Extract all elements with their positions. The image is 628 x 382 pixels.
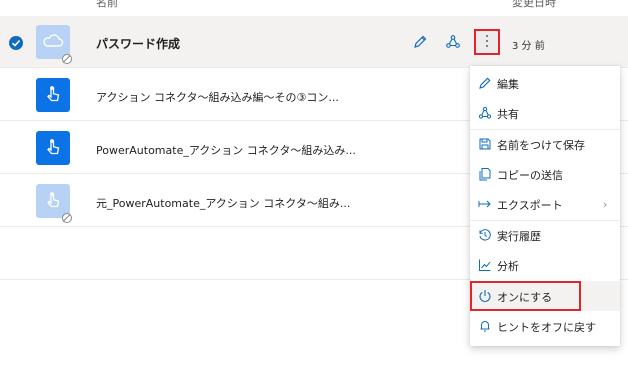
- modified-column-header[interactable]: 変更日時: [512, 0, 556, 10]
- edit-button[interactable]: [411, 33, 429, 51]
- highlight-annotation: [470, 281, 581, 311]
- flow-name[interactable]: パスワード作成: [96, 35, 180, 52]
- flow-type-icon: [36, 78, 70, 112]
- menu-item-send-copy[interactable]: コピーの送信: [470, 159, 620, 189]
- menu-item-analytics[interactable]: 分析: [470, 250, 620, 280]
- menu-item-label: 分析: [497, 260, 519, 273]
- menu-item-label: 名前をつけて保存: [497, 139, 585, 152]
- checkmark-icon: [11, 40, 21, 47]
- modified-time: 3 分 前: [512, 41, 545, 52]
- menu-item-label: 実行履歴: [497, 230, 541, 243]
- flow-name[interactable]: アクション コネクタ～組み込み編～その③コン...: [96, 89, 339, 105]
- export-icon: [478, 200, 491, 208]
- more-commands-button[interactable]: [474, 29, 500, 55]
- menu-item-share[interactable]: 共有: [470, 98, 620, 128]
- menu-item-hints-off[interactable]: ヒントをオフに戻す: [470, 311, 620, 341]
- chevron-right-icon: ›: [603, 198, 608, 211]
- menu-item-label: 共有: [497, 108, 519, 121]
- more-icon: [486, 35, 488, 49]
- pencil-icon: [479, 77, 491, 89]
- name-column-header[interactable]: 名前: [96, 0, 118, 10]
- menu-item-label: エクスポート: [497, 199, 563, 212]
- touch-icon: [47, 139, 60, 155]
- menu-item-run-history[interactable]: 実行履歴: [470, 220, 620, 250]
- flow-type-icon: [36, 131, 70, 165]
- menu-item-label: コピーの送信: [497, 169, 563, 182]
- share-icon: [446, 35, 460, 48]
- flow-off-icon: [62, 213, 72, 223]
- flow-row[interactable]: パスワード作成 3 分 前: [0, 16, 628, 68]
- flow-off-icon: [62, 54, 72, 64]
- share-icon: [478, 106, 492, 119]
- flow-name[interactable]: 元_PowerAutomate_アクション コネクタ～組み...: [96, 195, 350, 211]
- flow-name[interactable]: PowerAutomate_アクション コネクタ～組み込み...: [96, 142, 356, 158]
- analytics-icon: [479, 259, 491, 271]
- menu-item-export[interactable]: エクスポート ›: [470, 189, 620, 219]
- copy-icon: [479, 168, 491, 181]
- menu-item-label: 編集: [497, 78, 519, 91]
- row-checkbox[interactable]: [9, 36, 23, 50]
- share-button[interactable]: [444, 33, 462, 51]
- menu-item-save-as[interactable]: 名前をつけて保存: [470, 129, 620, 159]
- bell-icon: [480, 321, 490, 332]
- pencil-icon: [414, 35, 427, 48]
- save-as-icon: [479, 138, 491, 150]
- touch-icon: [47, 86, 60, 102]
- menu-item-edit[interactable]: 編集: [470, 68, 620, 98]
- list-header: 名前 変更日時: [0, 0, 628, 16]
- history-icon: [479, 229, 491, 241]
- menu-item-label: ヒントをオフに戻す: [497, 321, 596, 334]
